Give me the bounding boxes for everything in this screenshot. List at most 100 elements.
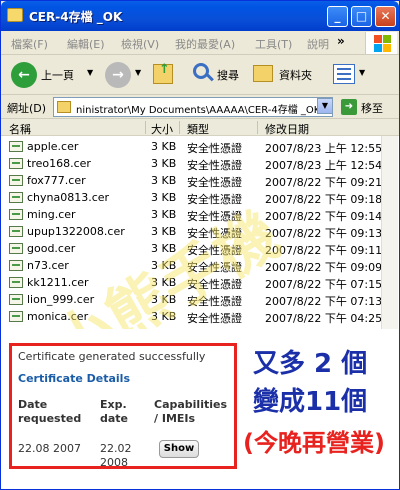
folders-icon[interactable]: [253, 65, 273, 82]
folders-button-label[interactable]: 資料夾: [279, 67, 312, 83]
window-title: CER-4存檔 _OK: [29, 10, 123, 24]
minimize-button[interactable]: _: [327, 6, 348, 27]
close-button[interactable]: ✕: [375, 6, 396, 27]
file-name: upup1322008.cer: [27, 225, 125, 238]
column-divider[interactable]: [257, 121, 258, 134]
bottom-panel: Certificate generated successfully Certi…: [1, 329, 399, 489]
title-bar[interactable]: CER-4存檔 _OK _ □ ✕: [1, 1, 399, 31]
file-size: 3 KB: [151, 225, 177, 238]
header-date-requested: Date requested: [18, 398, 82, 425]
file-name: chyna0813.cer: [27, 191, 110, 204]
back-button-label[interactable]: 上一頁: [41, 67, 74, 83]
file-date: 2007/8/22 下午 09:11: [265, 244, 383, 257]
file-name: monica.cer: [27, 310, 89, 323]
toolbar: ← 上一頁 ▼ → ▼ ↑ 搜尋 資料夾 ▼: [1, 55, 399, 95]
file-name: ming.cer: [27, 208, 76, 221]
maximize-button[interactable]: □: [351, 6, 372, 27]
file-row[interactable]: lion_999.cer 3 KB 安全性憑證 2007/8/22 下午 07:13: [1, 291, 382, 308]
file-size: 3 KB: [151, 310, 177, 323]
file-date: 2007/8/22 下午 07:15: [265, 278, 383, 291]
certificate-file-icon: [9, 277, 23, 288]
file-name: good.cer: [27, 242, 76, 255]
column-type[interactable]: 類型: [187, 121, 209, 137]
promo-line-3: (今晚再營業): [243, 429, 385, 457]
column-divider[interactable]: [179, 121, 180, 134]
file-date: 2007/8/22 下午 09:14: [265, 210, 383, 223]
header-capabilities: Capabilities / IMEIs: [154, 398, 228, 425]
menu-tools[interactable]: 工具(T): [255, 36, 292, 52]
address-dropdown-icon[interactable]: ▼: [317, 98, 333, 114]
file-row[interactable]: ming.cer 3 KB 安全性憑證 2007/8/22 下午 09:14: [1, 206, 383, 223]
certificate-file-icon: [9, 294, 23, 305]
column-divider[interactable]: [145, 121, 146, 134]
file-name: treo168.cer: [27, 157, 91, 170]
vertical-scrollbar[interactable]: [381, 136, 398, 329]
file-size: 3 KB: [151, 242, 177, 255]
address-input[interactable]: ninistrator\My Documents\AAAAA\CER-4存檔 _…: [53, 97, 333, 117]
views-dropdown-icon[interactable]: ▼: [359, 68, 365, 77]
windows-logo-icon: [365, 32, 397, 54]
certificate-file-icon: [9, 209, 23, 220]
column-size[interactable]: 大小: [151, 121, 173, 137]
file-type: 安全性憑證: [187, 227, 242, 240]
menu-view[interactable]: 檢視(V): [121, 36, 159, 52]
file-row[interactable]: upup1322008.cer 3 KB 安全性憑證 2007/8/22 下午 09:…: [1, 223, 382, 240]
search-icon-handle: [206, 73, 214, 82]
file-row[interactable]: apple.cer 3 KB 安全性憑證 2007/8/23 上午 12:55: [1, 138, 383, 155]
file-list: 名稱 大小 類型 修改日期 apple.cer 3 KB 安全性憑證 2007/8/2…: [1, 119, 399, 329]
go-button-label[interactable]: 移至: [361, 100, 383, 116]
back-arrow-icon[interactable]: ←: [11, 62, 37, 88]
explorer-window: CER-4存檔 _OK _ □ ✕ 檔案(F) 編輯(E) 檢視(V) 我的最愛…: [0, 0, 400, 490]
file-type: 安全性憑證: [187, 244, 242, 257]
file-type: 安全性憑證: [187, 295, 242, 308]
file-row[interactable]: n73.cer 3 KB 安全性憑證 2007/8/22 下午 09:09: [1, 257, 382, 274]
file-row[interactable]: kk1211.cer 3 KB 安全性憑證 2007/8/22 下午 07:15: [1, 274, 383, 291]
column-name[interactable]: 名稱: [9, 121, 31, 137]
file-type: 安全性憑證: [187, 142, 242, 155]
menu-overflow-chevron[interactable]: »: [337, 34, 345, 48]
file-row[interactable]: fox777.cer 3 KB 安全性憑證 2007/8/22 下午 09:21: [1, 172, 382, 189]
up-folder-icon[interactable]: ↑: [153, 62, 173, 84]
certificate-details-link[interactable]: Certificate Details: [18, 372, 130, 385]
back-dropdown-icon[interactable]: ▼: [87, 68, 93, 77]
file-size: 3 KB: [151, 191, 177, 204]
file-row[interactable]: chyna0813.cer 3 KB 安全性憑證 2007/8/22 下午 09:18: [1, 189, 383, 206]
go-arrow-icon[interactable]: ➜: [341, 99, 357, 115]
column-date[interactable]: 修改日期: [265, 121, 309, 137]
file-row[interactable]: good.cer 3 KB 安全性憑證 2007/8/22 下午 09:11: [1, 240, 383, 257]
folder-icon: [57, 101, 71, 113]
file-type: 安全性憑證: [187, 176, 242, 189]
certificate-file-icon: [9, 141, 23, 152]
certificate-file-icon: [9, 175, 23, 186]
address-label: 網址(D): [7, 102, 47, 115]
address-bar: 網址(D) ninistrator\My Documents\AAAAA\CER…: [1, 95, 399, 119]
menu-edit[interactable]: 編輯(E): [67, 36, 105, 52]
promo-line-1: 又多 2 個: [253, 349, 368, 379]
menu-favorites[interactable]: 我的最愛(A): [175, 36, 235, 52]
file-size: 3 KB: [151, 140, 177, 153]
file-date: 2007/8/23 上午 12:55: [265, 142, 383, 155]
file-size: 3 KB: [151, 276, 177, 289]
forward-arrow-icon[interactable]: →: [105, 62, 131, 88]
header-exp-date: Exp. date: [100, 398, 129, 425]
certificate-file-icon: [9, 158, 23, 169]
file-date: 2007/8/22 下午 04:25: [265, 312, 383, 325]
value-exp-date: 22.02 2008: [100, 442, 132, 469]
file-name: n73.cer: [27, 259, 69, 272]
file-size: 3 KB: [151, 157, 177, 170]
file-type: 安全性憑證: [187, 159, 242, 172]
file-row[interactable]: treo168.cer 3 KB 安全性憑證 2007/8/23 上午 12:54: [1, 155, 383, 172]
certificate-panel: Certificate generated successfully Certi…: [9, 343, 237, 469]
promo-line-2: 變成11個: [253, 387, 368, 417]
menu-help[interactable]: 說明: [307, 36, 329, 52]
forward-dropdown-icon[interactable]: ▼: [135, 68, 141, 77]
search-button-label[interactable]: 搜尋: [217, 67, 239, 83]
views-icon[interactable]: [333, 64, 355, 84]
file-date: 2007/8/22 下午 09:18: [265, 193, 383, 206]
file-row[interactable]: monica.cer 3 KB 安全性憑證 2007/8/22 下午 04:25: [1, 308, 383, 325]
certificate-file-icon: [9, 226, 23, 237]
file-size: 3 KB: [151, 208, 177, 221]
menu-file[interactable]: 檔案(F): [11, 36, 48, 52]
file-date: 2007/8/23 上午 12:54: [265, 159, 383, 172]
show-button[interactable]: Show: [159, 440, 199, 458]
